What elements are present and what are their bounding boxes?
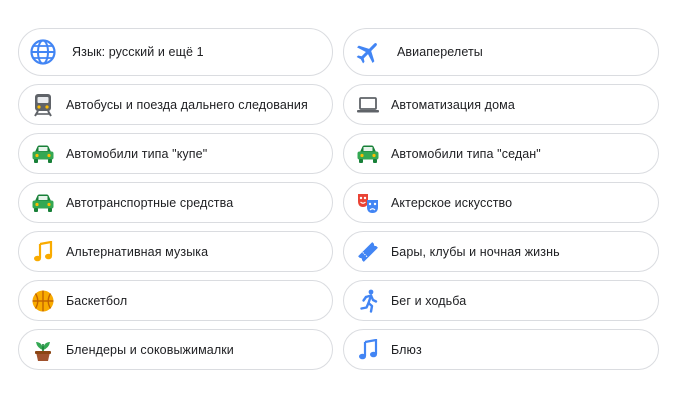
chip-label: Автотранспортные средства <box>66 195 234 210</box>
chip-label: Автомобили типа "купе" <box>66 146 208 161</box>
chip-label: Баскетбол <box>66 293 128 308</box>
car-icon <box>355 141 381 167</box>
chip-flights[interactable]: Авиаперелеты <box>343 28 659 76</box>
chip-acting[interactable]: Актерское искусство <box>343 182 659 223</box>
chip-sedan-cars[interactable]: Автомобили типа "седан" <box>343 133 659 174</box>
music-note-icon <box>355 337 381 363</box>
chip-label: Авиаперелеты <box>397 45 483 59</box>
laptop-icon <box>355 92 381 118</box>
chip-language[interactable]: Язык: русский и ещё 1 <box>18 28 333 76</box>
theater-masks-icon <box>355 190 381 216</box>
chip-label: Автобусы и поезда дальнего следования <box>66 97 308 112</box>
chip-bars-clubs[interactable]: Бары, клубы и ночная жизнь <box>343 231 659 272</box>
chip-alternative-music[interactable]: Альтернативная музыка <box>18 231 333 272</box>
chip-label: Бары, клубы и ночная жизнь <box>391 244 560 259</box>
globe-icon <box>29 38 57 66</box>
ticket-icon <box>355 239 381 265</box>
chip-label: Язык: русский и ещё 1 <box>72 45 204 59</box>
chip-blenders[interactable]: Блендеры и соковыжималки <box>18 329 333 370</box>
chip-label: Актерское искусство <box>391 195 513 210</box>
chip-label: Бег и ходьба <box>391 293 467 308</box>
plant-pot-icon <box>30 337 56 363</box>
chip-basketball[interactable]: Баскетбол <box>18 280 333 321</box>
chip-label: Блюз <box>391 342 422 357</box>
music-note-icon <box>30 239 56 265</box>
chip-blues[interactable]: Блюз <box>343 329 659 370</box>
chip-label: Альтернативная музыка <box>66 244 209 259</box>
running-person-icon <box>355 288 381 314</box>
chip-vehicles[interactable]: Автотранспортные средства <box>18 182 333 223</box>
chip-label: Автоматизация дома <box>391 97 515 112</box>
train-icon <box>30 92 56 118</box>
car-icon <box>30 141 56 167</box>
basketball-icon <box>30 288 56 314</box>
chip-label: Автомобили типа "седан" <box>391 146 541 161</box>
chip-home-automation[interactable]: Автоматизация дома <box>343 84 659 125</box>
chip-label: Блендеры и соковыжималки <box>66 342 234 357</box>
chip-buses-trains[interactable]: Автобусы и поезда дальнего следования <box>18 84 333 125</box>
car-icon <box>30 190 56 216</box>
chip-running-walking[interactable]: Бег и ходьба <box>343 280 659 321</box>
chip-coupe-cars[interactable]: Автомобили типа "купе" <box>18 133 333 174</box>
airplane-icon <box>354 38 382 66</box>
